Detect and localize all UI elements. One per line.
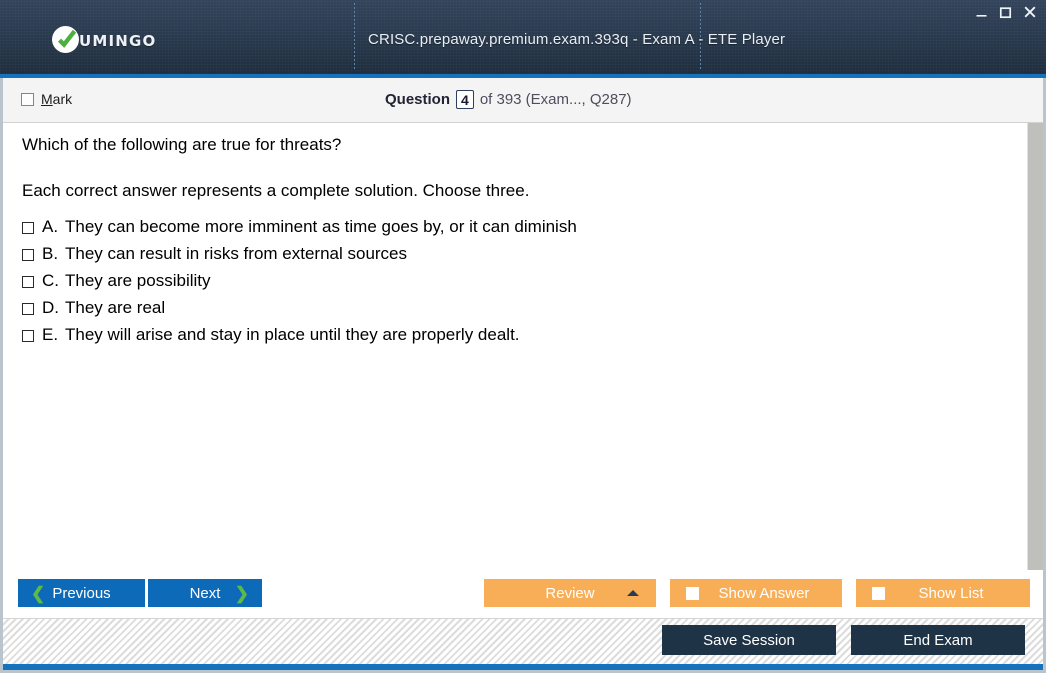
answer-option-checkbox[interactable] [22, 303, 34, 315]
mark-checkbox[interactable]: Mark [21, 91, 72, 107]
review-button[interactable]: Review [484, 579, 656, 607]
mark-checkbox-label: Mark [41, 91, 72, 107]
save-session-label: Save Session [703, 631, 795, 649]
minimize-icon[interactable] [974, 4, 989, 20]
action-bar: ❮ Previous Next ❯ Review Show Answer Sho… [3, 570, 1043, 618]
titlebar-separator-left [354, 3, 355, 71]
show-answer-checkbox[interactable] [686, 586, 699, 600]
question-counter: Question 4 of 393 (Exam..., Q287) [385, 90, 632, 109]
answer-option-text: They can result in risks from external s… [65, 244, 408, 263]
window-edge-left [0, 78, 3, 670]
end-exam-label: End Exam [903, 631, 973, 649]
answer-option-text: They will arise and stay in place until … [65, 325, 520, 344]
title-bar[interactable]: UMINGO CRISC.prepaway.premium.exam.393q … [0, 0, 1046, 74]
question-counter-total: of 393 (Exam..., Q287) [479, 91, 632, 108]
answer-option-d[interactable]: D. They are real [22, 298, 922, 325]
mark-label-rest: ark [52, 91, 73, 107]
answer-option-a[interactable]: A. They can become more imminent as time… [22, 217, 922, 244]
logo-wordmark: UMINGO [79, 31, 157, 50]
close-icon[interactable] [1022, 4, 1037, 20]
answer-option-checkbox[interactable] [22, 249, 34, 261]
end-exam-button[interactable]: End Exam [851, 625, 1025, 655]
show-list-label: Show List [918, 584, 984, 602]
answer-option-b[interactable]: B. They can result in risks from externa… [22, 244, 922, 271]
previous-button-label: Previous [52, 584, 111, 602]
window-controls [974, 4, 1037, 20]
mark-accesskey: M [41, 91, 53, 107]
answer-option-letter: A. [42, 217, 59, 236]
question-counter-word: Question [385, 91, 451, 108]
review-button-label: Review [545, 584, 595, 602]
chevron-right-icon: ❯ [234, 583, 249, 603]
answer-option-e[interactable]: E. They will arise and stay in place unt… [22, 325, 922, 352]
answer-option-checkbox[interactable] [22, 222, 34, 234]
answer-option-text: They can become more imminent as time go… [65, 217, 577, 236]
answer-option-checkbox[interactable] [22, 276, 34, 288]
maximize-icon[interactable] [998, 4, 1013, 20]
mark-checkbox-box[interactable] [21, 92, 34, 106]
content-scroll-rail[interactable] [1028, 123, 1043, 570]
show-list-button[interactable]: Show List [856, 579, 1030, 607]
answer-option-text: They are real [65, 298, 166, 317]
question-prompt: Which of the following are true for thre… [22, 135, 342, 154]
bottom-accent-line [3, 664, 1043, 670]
answer-option-letter: B. [42, 244, 59, 263]
ete-player-window: UMINGO CRISC.prepaway.premium.exam.393q … [0, 0, 1046, 673]
next-button[interactable]: Next ❯ [148, 579, 262, 607]
show-answer-label: Show Answer [718, 584, 810, 602]
chevron-up-icon [627, 590, 639, 596]
status-bar: Save Session End Exam [3, 618, 1043, 666]
answer-option-letter: D. [42, 298, 59, 317]
answer-option-c[interactable]: C. They are possibility [22, 271, 922, 298]
save-session-button[interactable]: Save Session [662, 625, 836, 655]
answer-option-text: They are possibility [65, 271, 211, 290]
answer-options-list: A. They can become more imminent as time… [22, 217, 922, 352]
show-list-checkbox[interactable] [872, 586, 885, 600]
app-logo: UMINGO [52, 26, 157, 53]
question-number-input[interactable]: 4 [456, 90, 474, 109]
window-title: CRISC.prepaway.premium.exam.393q - Exam … [368, 31, 786, 48]
question-content-area: Which of the following are true for thre… [3, 123, 1043, 570]
previous-button[interactable]: ❮ Previous [18, 579, 145, 607]
next-button-label: Next [189, 584, 221, 602]
question-info-bar: Mark Question 4 of 393 (Exam..., Q287) [3, 78, 1043, 123]
check-circle-icon [52, 26, 79, 53]
answer-option-letter: C. [42, 271, 59, 290]
chevron-left-icon: ❮ [31, 583, 46, 603]
question-instruction: Each correct answer represents a complet… [22, 181, 530, 200]
show-answer-button[interactable]: Show Answer [670, 579, 842, 607]
answer-option-checkbox[interactable] [22, 330, 34, 342]
answer-option-letter: E. [42, 325, 59, 344]
